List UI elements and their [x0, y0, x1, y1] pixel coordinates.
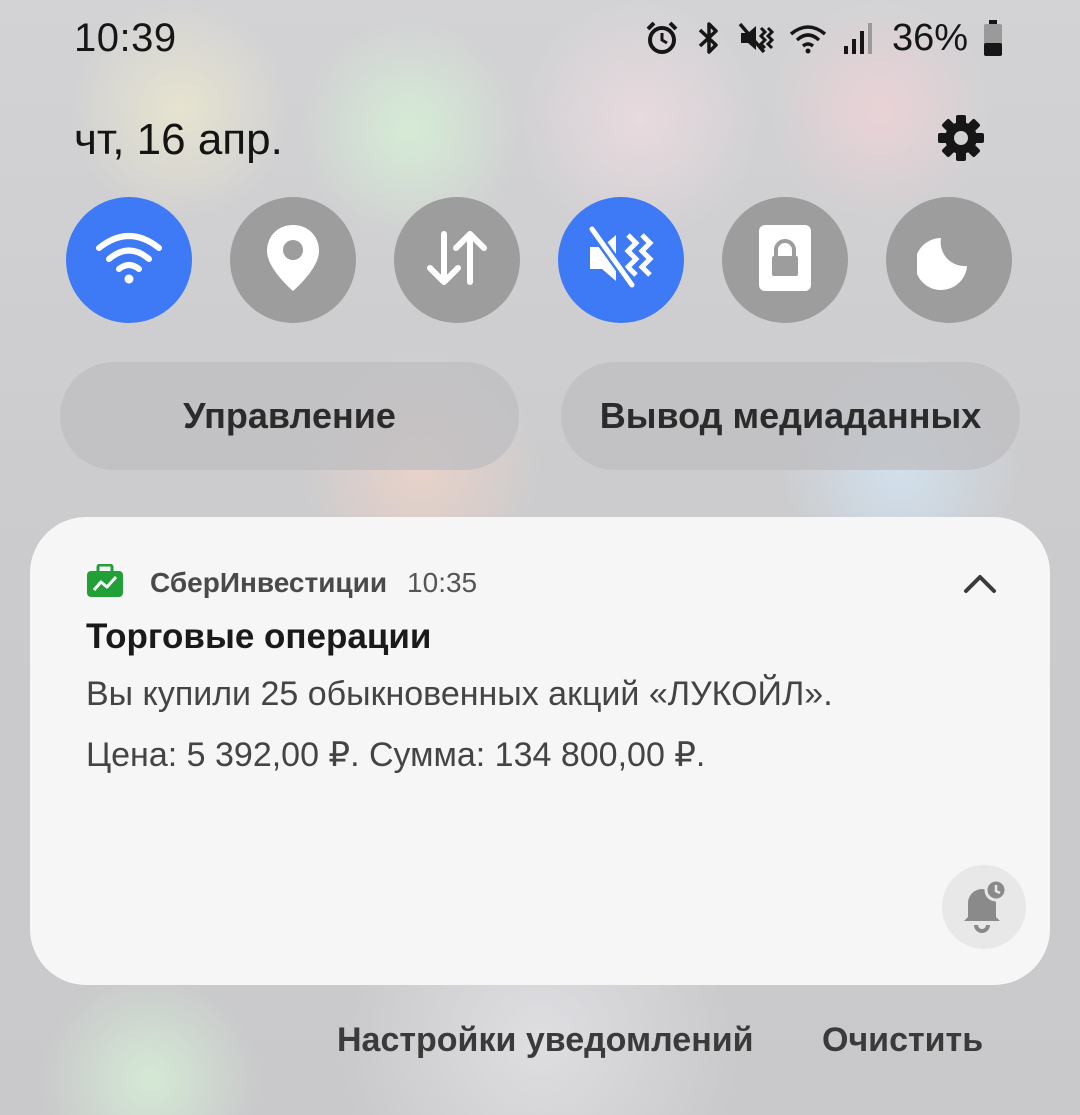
qs-secure-folder-toggle[interactable] [722, 197, 848, 323]
vibrate-icon [738, 20, 774, 56]
qs-mobile-data-toggle[interactable] [394, 197, 520, 323]
gear-icon[interactable] [936, 113, 986, 168]
wifi-icon [94, 228, 164, 293]
status-icons: 36% [644, 17, 1004, 60]
qs-vibrate-toggle[interactable] [558, 197, 684, 323]
qs-wifi-toggle[interactable] [66, 197, 192, 323]
device-control-button[interactable]: Управление [60, 362, 519, 470]
snooze-bell-icon [958, 877, 1010, 938]
notification-text-line1: Вы купили 25 обыкновенных акций «ЛУКОЙЛ»… [86, 675, 833, 713]
vibrate-icon [586, 225, 656, 296]
bluetooth-icon [694, 20, 724, 56]
signal-icon [842, 20, 874, 56]
collapse-button[interactable] [958, 561, 1002, 605]
alarm-icon [644, 20, 680, 56]
notification-title: Торговые операции [86, 617, 432, 656]
date-label: чт, 16 апр. [74, 115, 283, 164]
quick-settings-row [66, 197, 1013, 323]
clear-button[interactable]: Очистить [822, 1015, 983, 1065]
notification-text-line2: Цена: 5 392,00 ₽. Сумма: 134 800,00 ₽. [86, 736, 706, 774]
snooze-button[interactable] [942, 865, 1026, 949]
qs-night-mode-toggle[interactable] [886, 197, 1012, 323]
notification-footer: Настройки уведомлений Очистить [0, 1015, 1080, 1065]
battery-icon [982, 19, 1004, 57]
wifi-icon [788, 20, 828, 56]
data-arrows-icon [424, 228, 490, 293]
status-bar: 10:39 36% [74, 10, 1004, 66]
date-row: чт, 16 апр. [74, 110, 986, 170]
chevron-up-icon [964, 575, 996, 593]
notification-card[interactable]: СберИнвестиции 10:35 Торговые операции В… [30, 517, 1050, 985]
notification-settings-button[interactable]: Настройки уведомлений [337, 1015, 754, 1065]
sber-investments-app-icon [86, 563, 124, 603]
notification-header: СберИнвестиции 10:35 [86, 561, 1002, 605]
moon-icon [915, 226, 981, 295]
media-output-button[interactable]: Вывод медиаданных [561, 362, 1020, 470]
app-name: СберИнвестиции [150, 567, 388, 598]
lock-icon [757, 223, 813, 298]
battery-percent: 36% [891, 16, 968, 59]
status-time: 10:39 [74, 15, 177, 60]
notification-time: 10:35 [407, 567, 478, 598]
qs-location-toggle[interactable] [230, 197, 356, 323]
location-pin-icon [265, 223, 321, 298]
quick-actions-row: Управление Вывод медиаданных [60, 362, 1020, 470]
